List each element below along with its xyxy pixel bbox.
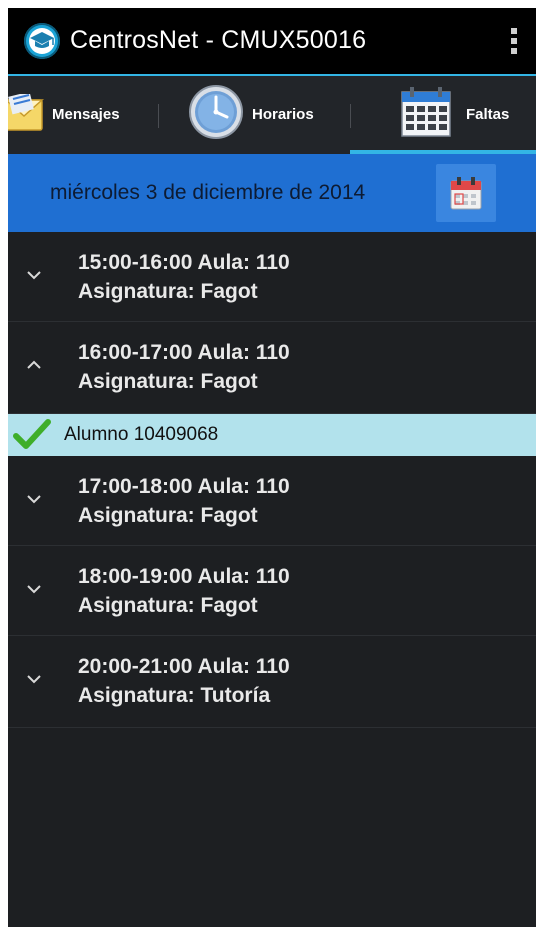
session-time: 15:00-16:00 Aula: 110 bbox=[78, 251, 290, 274]
check-icon bbox=[13, 419, 51, 449]
session-time: 16:00-17:00 Aula: 110 bbox=[78, 341, 290, 364]
list-item[interactable]: 18:00-19:00 Aula: 110 Asignatura: Fagot bbox=[8, 546, 536, 636]
envelope-icon bbox=[8, 94, 44, 131]
calendar-icon bbox=[450, 177, 482, 210]
list-item[interactable]: 15:00-16:00 Aula: 110 Asignatura: Fagot bbox=[8, 232, 536, 322]
list-item[interactable]: 16:00-17:00 Aula: 110 Asignatura: Fagot bbox=[8, 322, 536, 414]
date-bar: miércoles 3 de diciembre de 2014 bbox=[8, 154, 536, 232]
app-screen: CentrosNet - CMUX50016 Mensajes Horarios… bbox=[8, 8, 536, 927]
tab-label: Horarios bbox=[252, 106, 314, 123]
selected-date: miércoles 3 de diciembre de 2014 bbox=[50, 181, 366, 204]
chevron-down-icon bbox=[27, 675, 41, 684]
overflow-menu-icon[interactable] bbox=[508, 25, 520, 59]
tab-horarios[interactable]: Horarios bbox=[160, 76, 348, 154]
session-time: 17:00-18:00 Aula: 110 bbox=[78, 475, 290, 498]
session-time: 18:00-19:00 Aula: 110 bbox=[78, 565, 290, 588]
session-subject: Asignatura: Fagot bbox=[78, 370, 258, 393]
tab-divider bbox=[350, 104, 351, 128]
chevron-down-icon bbox=[27, 495, 41, 504]
graduation-cap-icon[interactable] bbox=[24, 23, 60, 59]
tab-mensajes[interactable]: Mensajes bbox=[8, 76, 158, 154]
tab-label: Mensajes bbox=[52, 106, 120, 123]
session-subject: Asignatura: Fagot bbox=[78, 280, 258, 303]
tab-label: Faltas bbox=[466, 106, 510, 123]
tab-bar: Mensajes Horarios Faltas bbox=[8, 76, 536, 155]
session-subject: Asignatura: Tutoría bbox=[78, 684, 271, 707]
calendar-grid-icon bbox=[401, 87, 451, 137]
list-item[interactable]: 20:00-21:00 Aula: 110 Asignatura: Tutorí… bbox=[8, 636, 536, 728]
session-list: 15:00-16:00 Aula: 110 Asignatura: Fagot … bbox=[8, 232, 536, 728]
session-time: 20:00-21:00 Aula: 110 bbox=[78, 655, 290, 678]
chevron-down-icon bbox=[27, 271, 41, 280]
list-item[interactable]: 17:00-18:00 Aula: 110 Asignatura: Fagot bbox=[8, 456, 536, 546]
chevron-down-icon bbox=[27, 585, 41, 594]
clock-icon bbox=[189, 85, 243, 139]
session-subject: Asignatura: Fagot bbox=[78, 594, 258, 617]
app-title: CentrosNet - CMUX50016 bbox=[70, 26, 367, 54]
student-row[interactable]: Alumno 10409068 bbox=[8, 414, 536, 456]
student-name: Alumno 10409068 bbox=[64, 424, 219, 445]
session-subject: Asignatura: Fagot bbox=[78, 504, 258, 527]
tab-divider bbox=[158, 104, 159, 128]
chevron-up-icon bbox=[27, 360, 41, 369]
tab-faltas[interactable]: Faltas bbox=[352, 76, 536, 154]
action-bar: CentrosNet - CMUX50016 bbox=[8, 8, 536, 76]
date-picker-button[interactable] bbox=[436, 164, 496, 222]
